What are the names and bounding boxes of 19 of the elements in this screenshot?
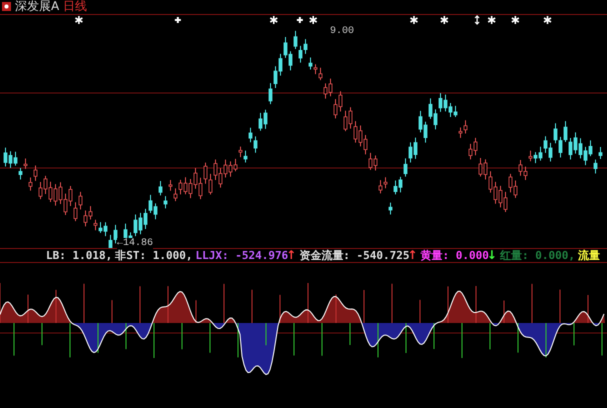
- up-down-icon: [474, 14, 480, 24]
- star-icon: [308, 14, 318, 24]
- candlestick: [388, 202, 392, 215]
- star-icon: [543, 14, 552, 24]
- low-price-label: ←14.86: [117, 238, 154, 248]
- indicator-value: 流量: [578, 248, 600, 262]
- indicator-value: 红量: 0.000,: [500, 248, 575, 262]
- high-price-label: 9.00: [330, 26, 354, 36]
- stock-name: 深发展A: [15, 0, 60, 14]
- indicator-value: 资金流量: -540.725: [299, 248, 410, 262]
- period-label: 日线: [63, 0, 88, 14]
- indicator-value: LLJX: -524.976: [195, 248, 288, 262]
- indicator-value: LB: 1.018,: [46, 248, 112, 262]
- star-icon: [410, 14, 418, 24]
- star-icon: [269, 14, 278, 24]
- close-icon[interactable]: [2, 2, 11, 12]
- indicator-value: 黄量: 0.000: [420, 248, 489, 262]
- indicator-value: 非ST: 1.000,: [115, 248, 192, 262]
- trend-arrow: ↑: [286, 248, 296, 262]
